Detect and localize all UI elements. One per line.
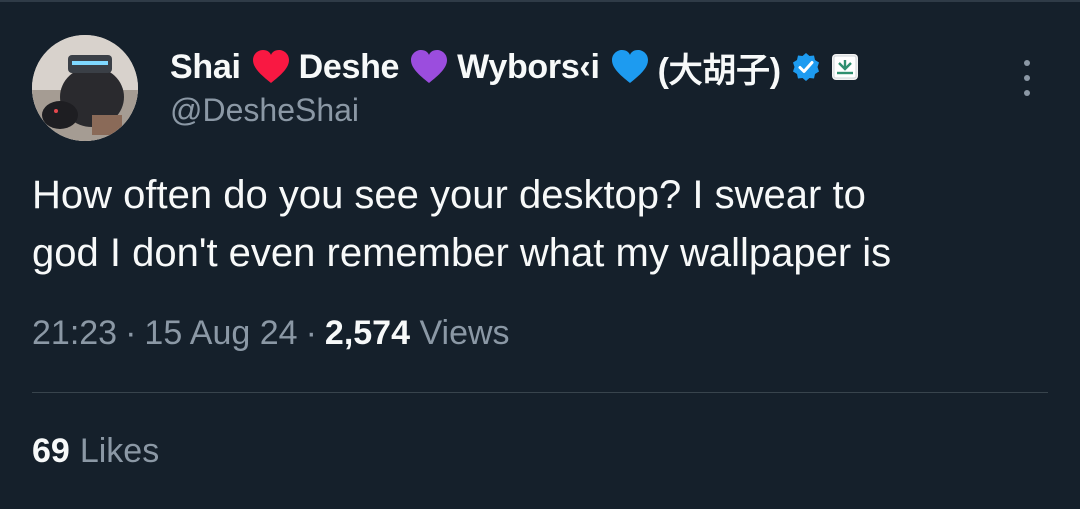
author-name-part-2: Deshe	[298, 47, 400, 86]
red-heart-icon	[251, 49, 291, 85]
tweet-text-line-2: god I don't even remember what my wallpa…	[32, 231, 892, 275]
top-divider	[0, 0, 1080, 2]
author-name-part-4: (大胡子)	[657, 51, 781, 90]
likes-count: 69	[32, 432, 70, 470]
likes-label: Likes	[79, 432, 160, 470]
verified-badge-icon[interactable]	[791, 52, 821, 82]
tweet-date[interactable]: 15 Aug 24	[144, 314, 297, 352]
tweet-text: How often do you see your desktop? I swe…	[32, 166, 1042, 282]
views-label: Views	[419, 314, 510, 352]
author-name-part-1: Shai	[170, 47, 241, 86]
purple-heart-icon	[409, 49, 449, 85]
tweet-meta: 21:23 · 15 Aug 24 · 2,574 Views	[32, 314, 510, 353]
author-name-part-3: Wybors‹i	[457, 47, 600, 86]
meta-separator: ·	[305, 314, 317, 352]
meta-separator: ·	[125, 314, 137, 352]
more-vertical-icon-dot	[1024, 75, 1030, 81]
likes-link[interactable]: 69 Likes	[32, 432, 159, 471]
affiliate-badge-icon[interactable]	[831, 53, 859, 81]
blue-heart-icon	[610, 49, 650, 85]
meta-divider	[32, 392, 1048, 393]
tweet-time[interactable]: 21:23	[32, 314, 117, 352]
tweet-text-line-1: How often do you see your desktop? I swe…	[32, 173, 866, 217]
avatar[interactable]	[32, 35, 138, 141]
more-vertical-icon-dot	[1024, 60, 1030, 66]
author-name[interactable]: Shai Deshe Wybors‹i (大胡子)	[170, 44, 859, 90]
views-count: 2,574	[324, 314, 410, 352]
author-handle[interactable]: @DesheShai	[170, 92, 359, 129]
more-vertical-icon-dot	[1024, 90, 1030, 96]
more-options-button[interactable]	[1012, 60, 1042, 96]
